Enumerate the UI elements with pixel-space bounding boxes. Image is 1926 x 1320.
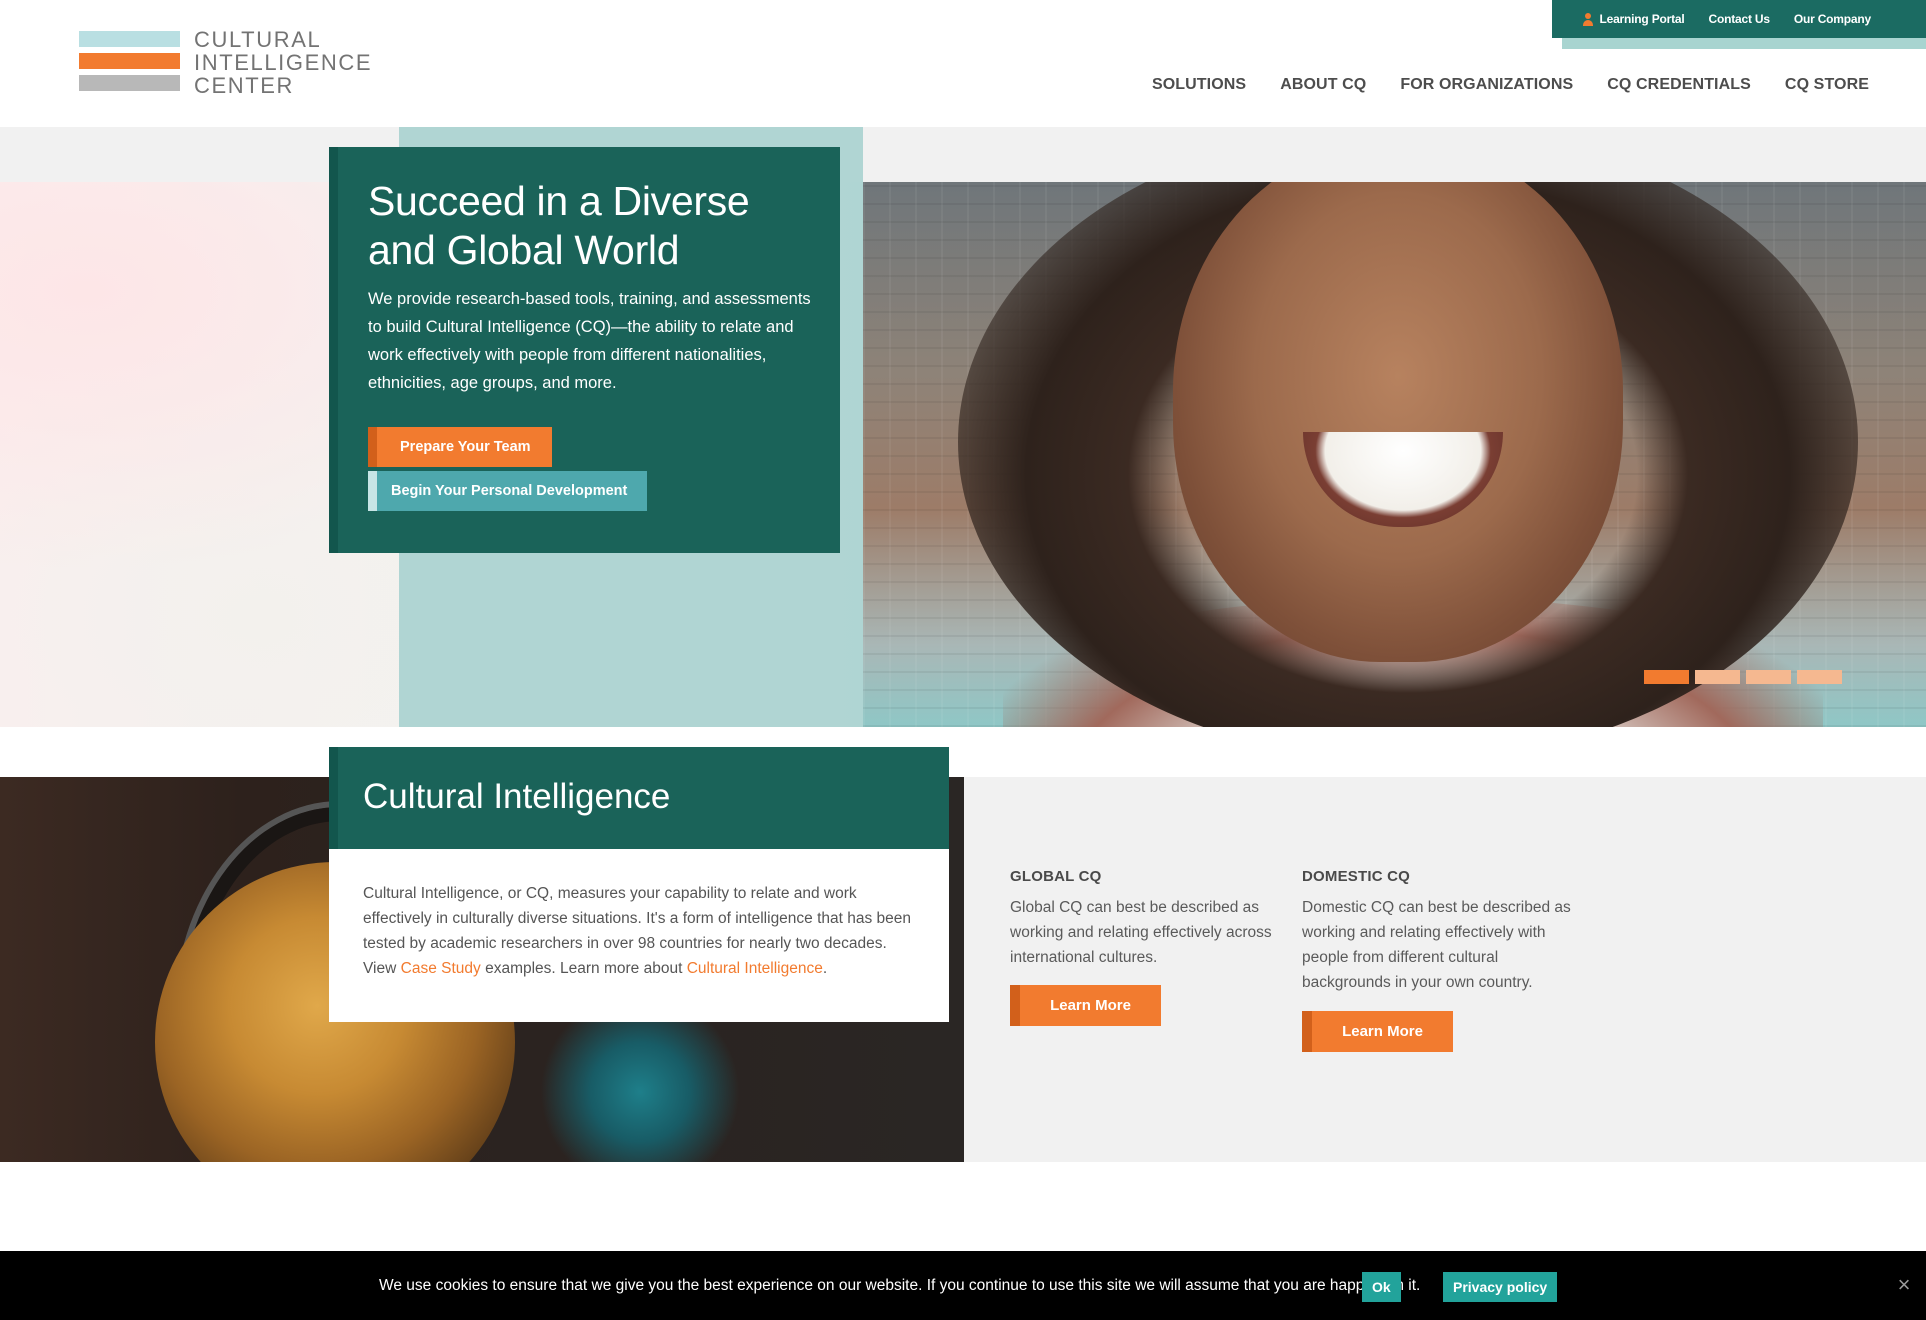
site-header: CULTURAL INTELLIGENCE CENTER Learning Po… <box>0 0 1926 127</box>
cookie-message: We use cookies to ensure that we give yo… <box>379 1276 1421 1294</box>
slider-dot-2[interactable] <box>1695 670 1740 684</box>
hero-card-edge <box>329 147 338 553</box>
cq-card-body: Cultural Intelligence, or CQ, measures y… <box>329 849 949 1022</box>
logo-line-2: INTELLIGENCE <box>194 50 373 75</box>
photo-face <box>1173 182 1623 662</box>
cq-description-middle: examples. Learn more about <box>480 960 687 977</box>
cq-description-end: . <box>822 960 828 977</box>
person-icon <box>1583 12 1594 26</box>
hero-slider <box>0 182 1926 727</box>
nav-solutions[interactable]: SOLUTIONS <box>1152 76 1246 94</box>
slider-pagination <box>1644 670 1842 684</box>
privacy-policy-button[interactable]: Privacy policy <box>1443 1272 1558 1302</box>
domestic-cq-heading: DOMESTIC CQ <box>1302 868 1411 885</box>
slider-dot-1[interactable] <box>1644 670 1689 684</box>
cookie-consent-bar: We use cookies to ensure that we give yo… <box>0 1251 1926 1320</box>
learning-portal-link[interactable]: Learning Portal <box>1583 12 1685 26</box>
global-cq-description: Global CQ can best be described as worki… <box>1010 899 1272 966</box>
logo-line-3: CENTER <box>194 73 295 98</box>
contact-us-link[interactable]: Contact Us <box>1709 12 1771 26</box>
hero-title: Succeed in a Diverse and Global World <box>368 178 750 273</box>
slider-dot-4[interactable] <box>1797 670 1842 684</box>
utility-links: Learning Portal Contact Us Our Company <box>1583 0 1871 38</box>
hero-description: We provide research-based tools, trainin… <box>368 290 811 392</box>
logo-wordmark: CULTURAL INTELLIGENCE CENTER <box>194 28 372 97</box>
slider-dot-3[interactable] <box>1746 670 1791 684</box>
hero-top-strip <box>0 127 1926 182</box>
main-nav: SOLUTIONS ABOUT CQ FOR ORGANIZATIONS CQ … <box>1152 76 1869 94</box>
logo-bar-gray <box>79 75 180 91</box>
nav-cq-credentials[interactable]: CQ CREDENTIALS <box>1607 76 1751 94</box>
logo-bar-orange <box>79 53 180 69</box>
hero-photo-smiling-woman <box>863 182 1926 727</box>
utility-bar: Learning Portal Contact Us Our Company <box>1552 0 1926 38</box>
utility-bar-accent <box>1562 38 1926 49</box>
global-cq-column: GLOBAL CQ Global CQ can best be describe… <box>1010 868 1280 970</box>
nav-about-cq[interactable]: ABOUT CQ <box>1280 76 1366 94</box>
prepare-your-team-button[interactable]: Prepare Your Team <box>368 427 552 467</box>
domestic-cq-description: Domestic CQ can best be described as wor… <box>1302 899 1571 991</box>
cookie-ok-button[interactable]: Ok <box>1362 1272 1401 1302</box>
cq-description: Cultural Intelligence, or CQ, measures y… <box>363 881 923 981</box>
case-study-link[interactable]: Case Study <box>401 960 481 977</box>
cq-section <box>0 777 1926 1162</box>
hero-card: Succeed in a Diverse and Global World We… <box>329 147 840 553</box>
logo-line-1: CULTURAL <box>194 27 322 52</box>
nav-for-organizations[interactable]: FOR ORGANIZATIONS <box>1400 76 1573 94</box>
nav-cq-store[interactable]: CQ STORE <box>1785 76 1869 94</box>
site-logo[interactable]: CULTURAL INTELLIGENCE CENTER <box>79 28 379 98</box>
logo-bar-teal <box>79 31 180 47</box>
domestic-cq-column: DOMESTIC CQ Domestic CQ can best be desc… <box>1302 868 1572 995</box>
cq-card-header: Cultural Intelligence <box>329 747 949 849</box>
cq-card-title: Cultural Intelligence <box>363 777 671 816</box>
cq-card-edge <box>329 747 338 849</box>
personal-development-button[interactable]: Begin Your Personal Development <box>368 471 648 511</box>
our-company-link[interactable]: Our Company <box>1794 12 1871 26</box>
learning-portal-label: Learning Portal <box>1599 12 1685 26</box>
domestic-cq-learn-more-button[interactable]: Learn More <box>1302 1011 1453 1052</box>
global-cq-heading: GLOBAL CQ <box>1010 868 1102 885</box>
cultural-intelligence-link[interactable]: Cultural Intelligence <box>687 960 823 977</box>
close-icon[interactable]: × <box>1894 1274 1914 1296</box>
global-cq-learn-more-button[interactable]: Learn More <box>1010 985 1161 1026</box>
